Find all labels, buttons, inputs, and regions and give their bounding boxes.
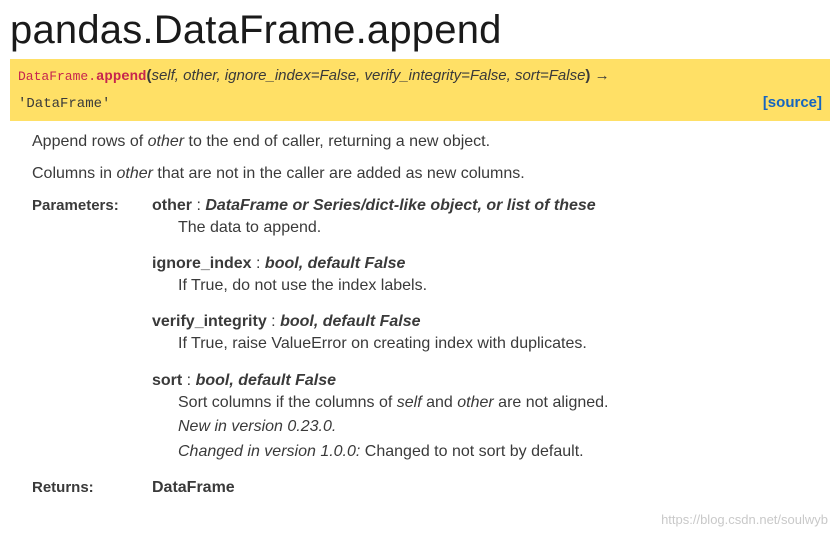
param-desc: If True, raise ValueError on creating in… [178,333,830,355]
desc-line-1: Append rows of other to the end of calle… [32,133,830,151]
param-sep: : [182,372,195,389]
sig-return-type: 'DataFrame' [18,96,110,112]
em-self: self [397,394,422,411]
desc-line-2: Columns in other that are not in the cal… [32,165,830,183]
param-sort: sort : bool, default False Sort columns … [152,372,830,463]
param-name: other [152,197,192,214]
parameters-body: other : DataFrame or Series/dict-like ob… [152,197,830,479]
source-link[interactable]: [source] [763,90,822,116]
param-head: other : DataFrame or Series/dict-like ob… [152,197,830,215]
param-sep: : [192,197,205,214]
param-other: other : DataFrame or Series/dict-like ob… [152,197,830,239]
param-type: bool, default False [265,255,405,272]
text: Columns in [32,165,116,182]
sig-classname: DataFrame. [18,69,96,84]
sig-args: self, other, ignore_index=False, verify_… [151,67,585,84]
version-new: New in version 0.23.0. [178,416,830,438]
parameters-label: Parameters: [32,197,142,479]
param-desc: If True, do not use the index labels. [178,275,830,297]
param-name: verify_integrity [152,313,267,330]
param-type: DataFrame or Series/dict-like object, or… [205,197,595,214]
signature-block: DataFrame.append(self, other, ignore_ind… [10,59,830,121]
version-changed-text: Changed to not sort by default. [360,443,583,460]
param-desc: The data to append. [178,217,830,239]
text: Append rows of [32,133,148,150]
param-type: bool, default False [196,372,336,389]
sig-funcname: append [96,69,146,85]
parameters-table: Parameters: other : DataFrame or Series/… [32,197,830,497]
text: to the end of caller, returning a new ob… [184,133,490,150]
param-head: verify_integrity : bool, default False [152,313,830,331]
param-verify-integrity: verify_integrity : bool, default False I… [152,313,830,355]
version-changed: Changed in version 1.0.0: Changed to not… [178,441,830,463]
text: Sort columns if the columns of [178,394,397,411]
text: are not aligned. [494,394,609,411]
param-sep: : [252,255,265,272]
returns-body: DataFrame [152,479,830,497]
version-changed-label: Changed in version 1.0.0: [178,443,360,460]
em-other: other [148,133,184,150]
param-name: ignore_index [152,255,252,272]
text: that are not in the caller are added as … [153,165,525,182]
em-other: other [116,165,152,182]
param-desc: Sort columns if the columns of self and … [178,392,830,414]
param-type: bool, default False [280,313,420,330]
page-title: pandas.DataFrame.append [10,8,830,53]
returns-type: DataFrame [152,479,235,496]
param-name: sort [152,372,182,389]
text: and [422,394,458,411]
param-head: ignore_index : bool, default False [152,255,830,273]
em-other: other [457,394,493,411]
watermark: https://blog.csdn.net/soulwyb [661,512,828,527]
returns-label: Returns: [32,479,142,497]
param-sep: : [267,313,280,330]
param-head: sort : bool, default False [152,372,830,390]
sig-arrow: → [590,67,609,84]
param-ignore-index: ignore_index : bool, default False If Tr… [152,255,830,297]
description-section: Append rows of other to the end of calle… [10,121,830,497]
